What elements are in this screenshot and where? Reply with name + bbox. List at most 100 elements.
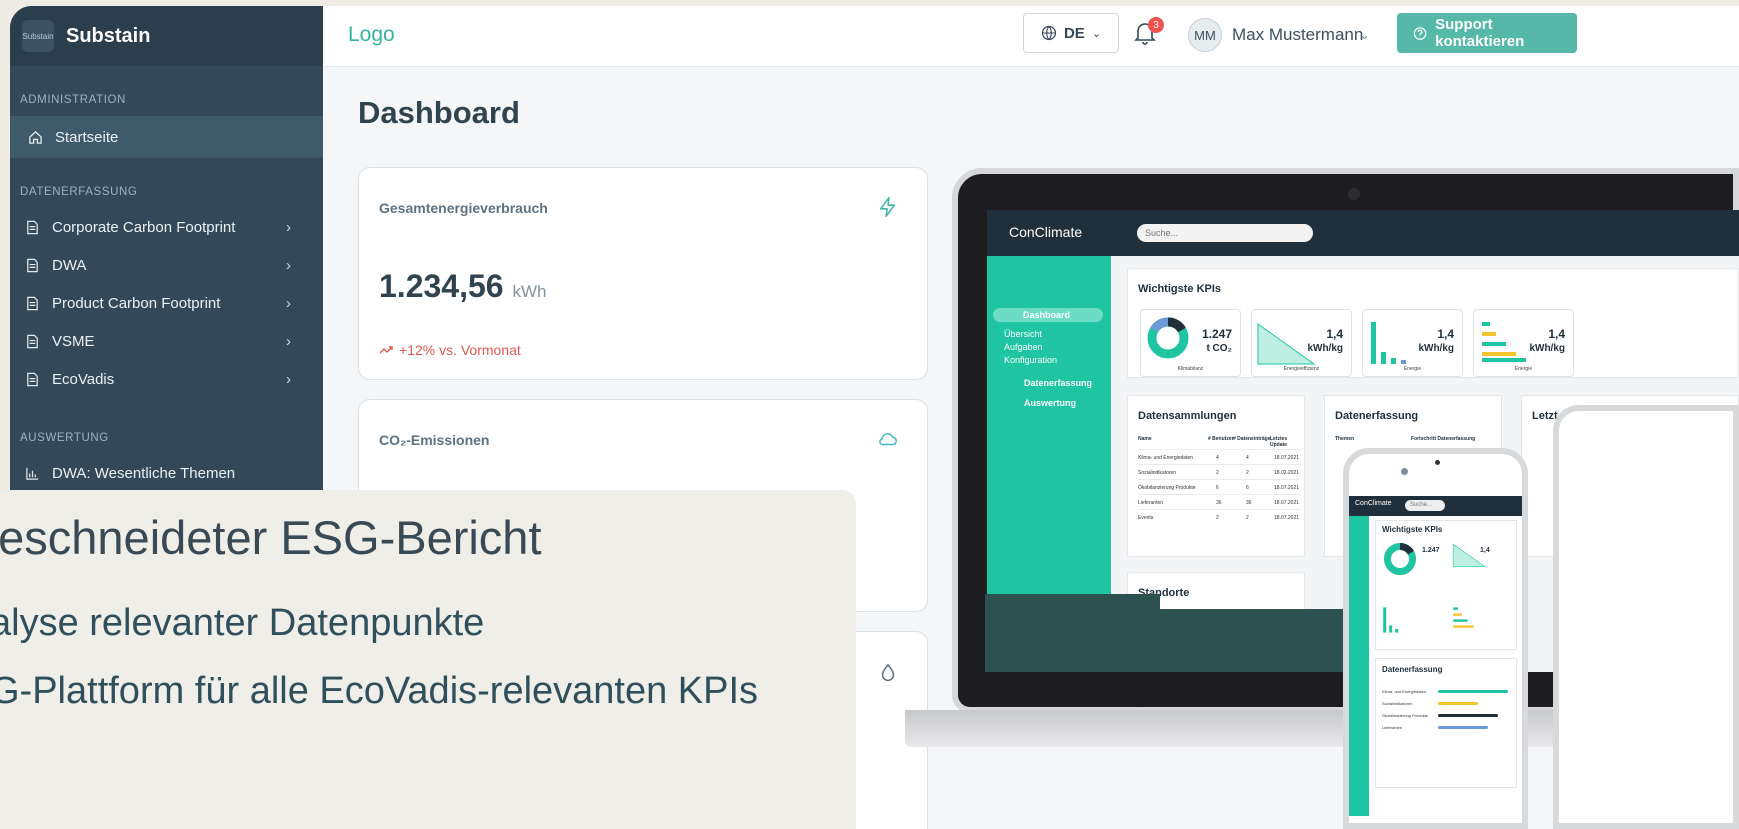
overlay-line-1: alyse relevanter Datenpunkte <box>0 602 485 644</box>
sidebar-item-label: DWA <box>52 256 87 274</box>
phone-capture-panel: Datenerfassung Klima- und Energiedaten S… <box>1375 658 1517 788</box>
energy-number: 1.234,56 <box>379 268 504 304</box>
phone-logo: ConClimate <box>1355 500 1392 507</box>
card-label: Gesamtenergieverbrauch <box>379 200 548 216</box>
mock-kpi-label: Klimabilanz <box>1177 366 1204 372</box>
chevron-down-icon[interactable]: ⌄ <box>1359 27 1370 43</box>
mock-table-row: Klima- und Energiedaten 4 4 18.07.2021 <box>1138 449 1301 464</box>
progress-bar <box>1438 714 1498 717</box>
sidebar-item-pcf[interactable]: Product Carbon Footprint › <box>10 282 323 324</box>
mock-panel-title: Datenerfassung <box>1335 410 1419 422</box>
section-auswertung: AUSWERTUNG <box>20 432 109 444</box>
mock-kpi-label: Energie <box>1403 366 1422 372</box>
language-select[interactable]: DE ⌄ <box>1023 13 1119 53</box>
page-title: Dashboard <box>358 95 520 130</box>
top-header: Logo DE ⌄ 3 MM Max Mustermann ⌄ Support … <box>323 6 1739 67</box>
mock-table-row: Events 2 2 18.07.2021 <box>1138 509 1301 524</box>
mock-dark-strip <box>1160 609 1343 672</box>
bar-chart <box>1371 322 1406 364</box>
chevron-right-icon: › <box>286 219 291 236</box>
mock-kpi-value: 1,4 kWh/kg <box>1418 327 1454 355</box>
sidebar-item-ecovadis[interactable]: EcoVadis › <box>10 358 323 400</box>
progress-bar <box>1438 726 1488 729</box>
phone-topbar: ConClimate Suche... <box>1349 496 1522 516</box>
document-icon <box>27 258 38 272</box>
sidebar-item-label: EcoVadis <box>52 370 115 388</box>
header-logo[interactable]: Logo <box>348 23 395 47</box>
sidebar-item-label: DWA: Wesentliche Themen <box>52 464 236 482</box>
mock-nav-config: Konfiguration <box>1004 355 1058 365</box>
avatar[interactable]: MM <box>1188 18 1222 52</box>
mock-panel-title: Letzt <box>1532 410 1558 422</box>
phone-speaker <box>1435 460 1440 465</box>
water-drop-icon <box>881 663 895 681</box>
donut-chart <box>1147 317 1189 359</box>
hbar-chart <box>1482 322 1526 362</box>
phone-kpi-panel: Wichtigste KPIs 1.247 1,4 <box>1375 520 1517 650</box>
mock-kpi-card: 1,4 kWh/kg Energie <box>1362 309 1463 377</box>
globe-icon <box>1041 25 1057 41</box>
bar-chart-icon <box>26 467 39 480</box>
support-label: Support kontaktieren <box>1435 16 1525 50</box>
phone-mockup: ConClimate Suche... Wichtigste KPIs 1.24… <box>1343 448 1528 829</box>
sidebar-item-label: Corporate Carbon Footprint <box>52 218 236 236</box>
energy-unit: kWh <box>512 282 547 301</box>
home-icon <box>29 130 42 144</box>
sidebar-item-label: Product Carbon Footprint <box>52 294 221 312</box>
mock-logo: ConClimate <box>1009 224 1083 240</box>
section-datenerfassung: DATENERFASSUNG <box>20 186 138 198</box>
sidebar-item-dwa-topics[interactable]: DWA: Wesentliche Themen <box>10 452 323 494</box>
cloud-icon <box>879 433 897 446</box>
sidebar-brand[interactable]: Substain Substain <box>10 6 323 66</box>
donut-chart <box>1383 542 1417 576</box>
sidebar-item-vsme[interactable]: VSME › <box>10 320 323 362</box>
chevron-right-icon: › <box>286 295 291 312</box>
overlay-heading: geschneideter ESG-Bericht <box>0 511 542 564</box>
mock-kpi-value: 1,4 kWh/kg <box>1307 327 1343 355</box>
card-label: CO₂-Emissionen <box>379 432 490 448</box>
phone-camera <box>1401 468 1408 475</box>
mock-table-row: Lieferanten 36 36 18.07.2021 <box>1138 494 1301 509</box>
notification-badge: 3 <box>1148 17 1164 33</box>
chevron-down-icon: ⌄ <box>1091 27 1102 40</box>
mock-kpi-panel: Wichtigste KPIs 1.247 t CO₂ Klimabilanz 1… <box>1127 268 1739 378</box>
mock-table-row: Sozialindikatoren 2 2 18.02.2021 <box>1138 464 1301 479</box>
sidebar-item-dwa[interactable]: DWA › <box>10 244 323 286</box>
mock-topbar: ConClimate Suche... <box>987 210 1739 256</box>
mock-collections-panel: Datensammlungen Name # Benutzer # Datene… <box>1127 395 1305 557</box>
mock-nav-capture: Datenerfassung <box>1024 378 1093 388</box>
support-button[interactable]: Support kontaktieren <box>1397 13 1577 53</box>
phone-panel-title: Wichtigste KPIs <box>1382 525 1443 534</box>
bar-chart <box>1383 607 1399 633</box>
mock-panel-title: Wichtigste KPIs <box>1138 283 1222 295</box>
mock-kpi-label: Energieeffizienz <box>1283 366 1320 372</box>
brand-logo: Substain <box>22 20 54 52</box>
energy-card: Gesamtenergieverbrauch 1.234,56 kWh +12%… <box>358 167 928 380</box>
mock-table-row: Ökobilanzierung Produkte 6 6 18.07.2021 <box>1138 479 1301 494</box>
chevron-right-icon: › <box>286 333 291 350</box>
document-icon <box>27 220 38 234</box>
trend-indicator: +12% vs. Vormonat <box>379 342 521 358</box>
progress-bar <box>1438 702 1478 705</box>
mock-nav-overview: Übersicht <box>1004 329 1043 339</box>
section-administration: ADMINISTRATION <box>20 94 126 106</box>
sidebar-item-startseite[interactable]: Startseite <box>10 116 323 158</box>
document-icon <box>27 372 38 386</box>
user-name[interactable]: Max Mustermann <box>1232 25 1363 45</box>
mock-kpi-label: Energie <box>1514 366 1533 372</box>
mock-panel-title: Datensammlungen <box>1138 410 1237 422</box>
mock-kpi-card: 1,4 kWh/kg Energieeffizienz <box>1251 309 1352 377</box>
hbar-chart <box>1453 607 1474 628</box>
area-chart <box>1452 543 1486 568</box>
sidebar-item-ccf[interactable]: Corporate Carbon Footprint › <box>10 206 323 248</box>
document-icon <box>27 296 38 310</box>
brand-name: Substain <box>66 24 151 47</box>
phone-mockup-2 <box>1553 405 1739 829</box>
camera-dot <box>1348 188 1360 200</box>
language-value: DE <box>1063 24 1085 42</box>
mock-kpi-card: 1.247 t CO₂ Klimabilanz <box>1140 309 1241 377</box>
mock-nav-tasks: Aufgaben <box>1004 342 1043 352</box>
energy-value: 1.234,56 kWh <box>379 268 546 305</box>
phone-sidebar <box>1349 516 1369 816</box>
sidebar-item-label: VSME <box>52 332 95 350</box>
